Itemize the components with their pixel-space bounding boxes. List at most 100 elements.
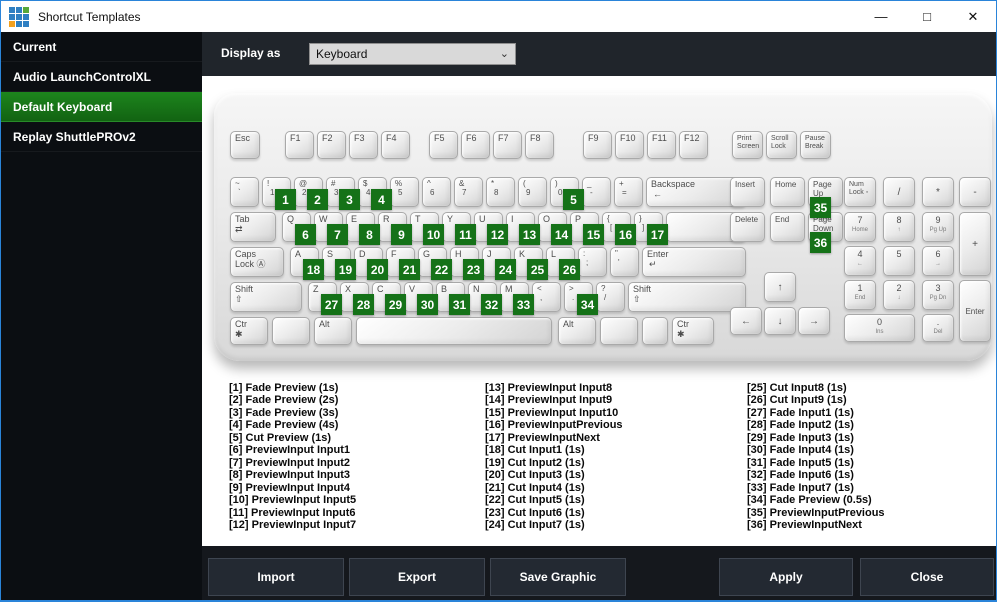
key-9[interactable]: 9 Pg Up — [922, 212, 954, 242]
key-+[interactable]: + — [959, 212, 991, 276]
key-delete[interactable]: Delete — [730, 212, 765, 242]
key--[interactable]: - — [959, 177, 991, 207]
shortcut-badge-3: 3 — [339, 189, 360, 210]
close-button[interactable]: Close — [860, 558, 994, 596]
key-8[interactable]: * 8 — [486, 177, 515, 207]
key-f1[interactable]: F1 — [285, 131, 314, 159]
shortcut-badge-12: 12 — [487, 224, 508, 245]
key-pause[interactable]: Pause Break — [800, 131, 831, 159]
key-caps[interactable]: Caps Lock Ⓐ — [230, 247, 284, 277]
key-esc[interactable]: Esc — [230, 131, 260, 159]
key-f5[interactable]: F5 — [429, 131, 458, 159]
key-tab[interactable]: Tab ⇄ — [230, 212, 276, 242]
key-f7[interactable]: F7 — [493, 131, 522, 159]
shortcut-badge-33: 33 — [513, 294, 534, 315]
key-/[interactable]: / — [883, 177, 915, 207]
shortcut-badge-22: 22 — [431, 259, 452, 280]
key-enter[interactable]: Enter ↵ — [642, 247, 746, 277]
key-.[interactable]: . Del — [922, 314, 954, 342]
key-blank[interactable] — [272, 317, 310, 345]
key-←[interactable]: ← — [730, 307, 762, 335]
shortcut-list-item: [24] Cut Input7 (1s) — [485, 518, 585, 531]
key-3[interactable]: 3 Pg Dn — [922, 280, 954, 310]
key-7[interactable]: & 7 — [454, 177, 483, 207]
key-print[interactable]: Print Screen — [732, 131, 763, 159]
key-6[interactable]: 6 → — [922, 246, 954, 276]
key-↑[interactable]: ↑ — [764, 272, 796, 302]
sidebar-item-audio-launchcontrolxl[interactable]: Audio LaunchControlXL — [1, 62, 202, 92]
key-end[interactable]: End — [770, 212, 805, 242]
key-1[interactable]: 1 End — [844, 280, 876, 310]
key-f8[interactable]: F8 — [525, 131, 554, 159]
key-f6[interactable]: F6 — [461, 131, 490, 159]
key-alt[interactable]: Alt — [314, 317, 352, 345]
key-f11[interactable]: F11 — [647, 131, 676, 159]
apply-button[interactable]: Apply — [719, 558, 853, 596]
key-=[interactable]: + = — [614, 177, 643, 207]
key-,[interactable]: <, — [532, 282, 561, 312]
key-ctr[interactable]: Ctr ✱ — [672, 317, 714, 345]
key-/[interactable]: ? / — [596, 282, 625, 312]
key-f3[interactable]: F3 — [349, 131, 378, 159]
shortcut-badge-7: 7 — [327, 224, 348, 245]
key-f2[interactable]: F2 — [317, 131, 346, 159]
maximize-button[interactable]: □ — [904, 1, 950, 32]
key-9[interactable]: (9 — [518, 177, 547, 207]
key-insert[interactable]: Insert — [730, 177, 765, 207]
shortcut-badge-4: 4 — [371, 189, 392, 210]
key-*[interactable]: * — [922, 177, 954, 207]
key-2[interactable]: 2 ↓ — [883, 280, 915, 310]
key-→[interactable]: → — [798, 307, 830, 335]
sidebar-item-replay-shuttleprov2[interactable]: Replay ShuttlePROv2 — [1, 122, 202, 152]
key-scroll[interactable]: Scroll Lock — [766, 131, 797, 159]
key-0[interactable]: 0 Ins — [844, 314, 915, 342]
key-shift[interactable]: Shift ⇧ — [628, 282, 746, 312]
key-ctr[interactable]: Ctr ✱ — [230, 317, 268, 345]
key-8[interactable]: 8 ↑ — [883, 212, 915, 242]
key-home[interactable]: Home — [770, 177, 805, 207]
key-`[interactable]: ~ ` — [230, 177, 259, 207]
shortcut-list-item: [9] PreviewInput Input4 — [229, 481, 351, 494]
key-6[interactable]: ^ 6 — [422, 177, 451, 207]
display-as-value: Keyboard — [316, 47, 368, 61]
shortcut-badge-35: 35 — [810, 197, 831, 218]
key-f10[interactable]: F10 — [615, 131, 644, 159]
key-5[interactable]: % 5 — [390, 177, 419, 207]
sidebar-item-current[interactable]: Current — [1, 32, 202, 62]
key-enter[interactable]: Enter — [959, 280, 991, 342]
key-4[interactable]: 4 ← — [844, 246, 876, 276]
shortcut-list-item: [15] PreviewInput Input10 — [485, 406, 619, 419]
shortcut-badge-8: 8 — [359, 224, 380, 245]
key-7[interactable]: 7 Home — [844, 212, 876, 242]
shortcut-list-item: [32] Fade Input6 (1s) — [747, 469, 854, 482]
close-icon[interactable]: ✕ — [950, 1, 996, 32]
shortcut-list-item: [8] PreviewInput Input3 — [229, 469, 351, 482]
key-blank[interactable] — [600, 317, 638, 345]
save-graphic-button[interactable]: Save Graphic — [490, 558, 626, 596]
shortcut-list-item: [27] Fade Input1 (1s) — [747, 406, 854, 419]
key-'[interactable]: " ' — [610, 247, 639, 277]
key-f4[interactable]: F4 — [381, 131, 410, 159]
key-shift[interactable]: Shift ⇧ — [230, 282, 302, 312]
key--[interactable]: _ - — [582, 177, 611, 207]
key-blank[interactable] — [356, 317, 552, 345]
minimize-button[interactable]: — — [858, 1, 904, 32]
key-f12[interactable]: F12 — [679, 131, 708, 159]
key-blank[interactable] — [642, 317, 668, 345]
footer-bar: Import Export Save Graphic Apply Close — [202, 546, 996, 600]
key-↓[interactable]: ↓ — [764, 307, 796, 335]
shortcut-list-item: [3] Fade Preview (3s) — [229, 406, 339, 419]
key-num[interactable]: Num Lock ◦ — [844, 177, 876, 207]
export-button[interactable]: Export — [349, 558, 485, 596]
display-as-dropdown[interactable]: Keyboard ⌄ — [309, 43, 516, 65]
shortcut-list-item: [22] Cut Input5 (1s) — [485, 494, 585, 507]
sidebar-item-default-keyboard[interactable]: Default Keyboard — [1, 92, 202, 122]
shortcut-list-item: [16] PreviewInputPrevious — [485, 419, 623, 432]
import-button[interactable]: Import — [208, 558, 344, 596]
key-f9[interactable]: F9 — [583, 131, 612, 159]
key-alt[interactable]: Alt — [558, 317, 596, 345]
key-5[interactable]: 5 — [883, 246, 915, 276]
window-title: Shortcut Templates — [38, 9, 141, 24]
shortcut-list-item: [19] Cut Input2 (1s) — [485, 456, 585, 469]
key-;[interactable]: :; — [578, 247, 607, 277]
